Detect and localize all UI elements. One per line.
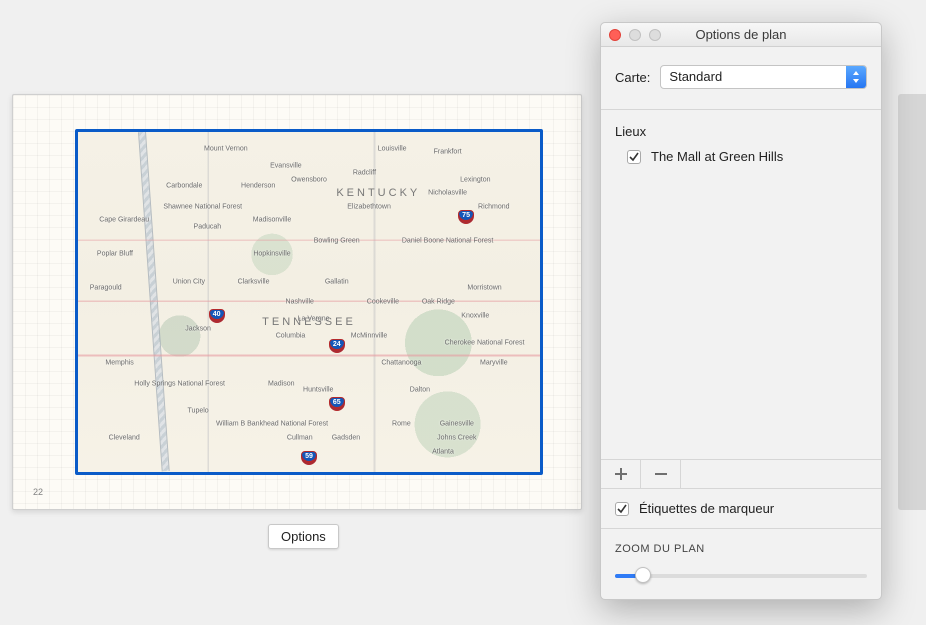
map-city-label: Bowling Green: [314, 237, 360, 244]
map-city-label: Nicholasville: [428, 190, 467, 197]
marker-labels-label: Étiquettes de marqueur: [639, 501, 774, 516]
map-city-label: Dalton: [410, 387, 430, 394]
map-city-label: Madisonville: [253, 217, 292, 224]
map-city-label: Evansville: [270, 163, 302, 170]
map-type-label: Carte:: [615, 70, 650, 85]
titlebar[interactable]: Options de plan: [601, 23, 881, 47]
map-city-label: Union City: [173, 278, 205, 285]
remove-button[interactable]: [641, 460, 681, 488]
options-panel: Options de plan Carte: Standard Lieux Th…: [600, 22, 882, 600]
add-remove-toolbar: [601, 459, 881, 489]
map-city-label: Rome: [392, 421, 411, 428]
map-city-label: Nashville: [286, 299, 314, 306]
map-city-label: Frankfort: [434, 149, 462, 156]
places-list: The Mall at Green Hills: [601, 147, 881, 459]
map-city-label: Tupelo: [188, 407, 209, 414]
map-city-label: William B Bankhead National Forest: [216, 421, 328, 428]
map-type-select[interactable]: Standard: [660, 65, 867, 89]
plus-icon: [615, 468, 627, 480]
slider-thumb[interactable]: [635, 567, 651, 583]
place-label: The Mall at Green Hills: [651, 149, 783, 164]
map-city-label: Gainesville: [440, 421, 474, 428]
map-city-label: Paducah: [194, 224, 222, 231]
minus-icon: [655, 468, 667, 480]
marker-labels-checkbox[interactable]: [615, 502, 629, 516]
map-city-label: Daniel Boone National Forest: [402, 237, 493, 244]
background-accent: [898, 94, 926, 510]
map-city-label: Atlanta: [432, 448, 454, 455]
map-city-label: Richmond: [478, 203, 510, 210]
place-checkbox[interactable]: [627, 150, 641, 164]
map-city-label: Knoxville: [461, 312, 489, 319]
check-icon: [617, 504, 627, 514]
window-title: Options de plan: [601, 27, 881, 42]
map-city-label: Cherokee National Forest: [445, 339, 525, 346]
map-city-label: Madison: [268, 380, 294, 387]
map-state-label: KENTUCKY: [336, 187, 420, 199]
map-city-label: Elizabethtown: [347, 203, 391, 210]
list-item[interactable]: The Mall at Green Hills: [615, 147, 867, 166]
map-city-label: Radcliff: [353, 169, 376, 176]
map-city-label: Maryville: [480, 360, 508, 367]
places-header: Lieux: [601, 110, 881, 147]
zoom-section: ZOOM DU PLAN: [601, 529, 881, 599]
zoom-slider[interactable]: [615, 567, 867, 585]
map-type-row: Carte: Standard: [601, 47, 881, 110]
map-city-label: Owensboro: [291, 176, 327, 183]
zoom-label: ZOOM DU PLAN: [615, 543, 867, 555]
book-page-left: KENTUCKYTENNESSEELouisvilleMount VernonF…: [12, 94, 582, 510]
map-city-label: Hopkinsville: [253, 251, 290, 258]
marker-labels-row: Étiquettes de marqueur: [601, 489, 881, 529]
slider-track: [615, 574, 867, 578]
map-city-label: Carbondale: [166, 183, 202, 190]
map-city-label: Gallatin: [325, 278, 349, 285]
map-city-label: McMinnville: [351, 333, 388, 340]
map-city-label: Shawnee National Forest: [163, 203, 242, 210]
map-city-label: Cape Girardeau: [99, 217, 149, 224]
map-frame[interactable]: KENTUCKYTENNESSEELouisvilleMount VernonF…: [75, 129, 543, 475]
map-city-label: Cleveland: [109, 435, 140, 442]
map-city-label: Cullman: [287, 435, 313, 442]
chevron-updown-icon: [846, 66, 866, 88]
map-city-label: Lexington: [460, 176, 490, 183]
map-city-label: Gadsden: [332, 435, 360, 442]
map-city-label: Johns Creek: [437, 435, 476, 442]
map-city-label: Henderson: [241, 183, 275, 190]
map-city-label: Oak Ridge: [422, 299, 455, 306]
map-city-label: Huntsville: [303, 387, 333, 394]
map-city-label: Paragould: [90, 285, 122, 292]
map-city-label: Holly Springs National Forest: [134, 380, 225, 387]
map-city-label: Memphis: [105, 360, 133, 367]
map-type-value: Standard: [660, 65, 867, 89]
map-city-label: Clarksville: [238, 278, 270, 285]
map-city-label: Louisville: [378, 146, 407, 153]
map-city-label: Jackson: [185, 326, 211, 333]
check-icon: [629, 152, 639, 162]
map-city-label: Chattanooga: [381, 360, 421, 367]
add-button[interactable]: [601, 460, 641, 488]
map-city-label: Morristown: [467, 285, 501, 292]
map-city-label: Poplar Bluff: [97, 251, 133, 258]
map-city-label: Columbia: [276, 333, 306, 340]
map-city-label: Cookeville: [367, 299, 399, 306]
map-city-label: La Vergne: [298, 316, 330, 323]
page-number: 22: [33, 487, 43, 497]
options-button[interactable]: Options: [268, 524, 339, 549]
map-city-label: Mount Vernon: [204, 146, 248, 153]
